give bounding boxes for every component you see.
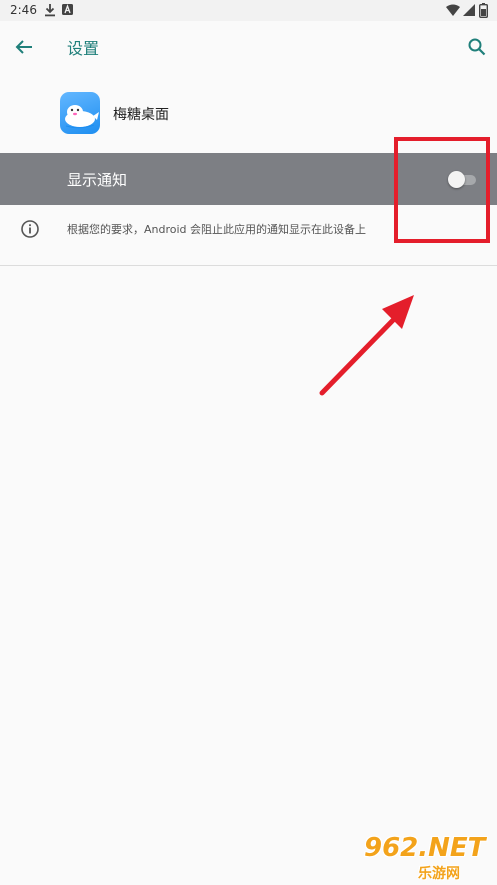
divider: [0, 265, 497, 266]
annotation-arrow: [319, 295, 414, 396]
status-time: 2:46: [10, 3, 37, 17]
watermark-main: 962.NET: [364, 833, 486, 863]
watermark-sub: 乐游网: [418, 866, 460, 882]
download-icon: [45, 4, 55, 17]
info-text: 根据您的要求，Android 会阻止此应用的通知显示在此设备上: [67, 223, 367, 236]
search-icon[interactable]: [465, 35, 489, 59]
app-icon: [60, 92, 100, 134]
show-notifications-label: 显示通知: [67, 171, 128, 189]
a-notification-icon: [62, 4, 73, 15]
status-bar: 2:46: [0, 0, 497, 21]
watermark: 962.NET 乐游网: [364, 833, 494, 883]
annotation-highlight-box: [394, 137, 490, 243]
signal-icon: [463, 4, 475, 16]
page-title: 设置: [67, 39, 100, 58]
seal-mascot-icon: [65, 105, 99, 129]
arrow-back-icon[interactable]: [12, 35, 36, 59]
battery-icon: [479, 3, 488, 18]
app-bar: 设置: [0, 21, 497, 73]
wifi-icon: [446, 4, 460, 16]
info-icon: [21, 220, 39, 238]
app-name: 梅糖桌面: [113, 107, 169, 123]
